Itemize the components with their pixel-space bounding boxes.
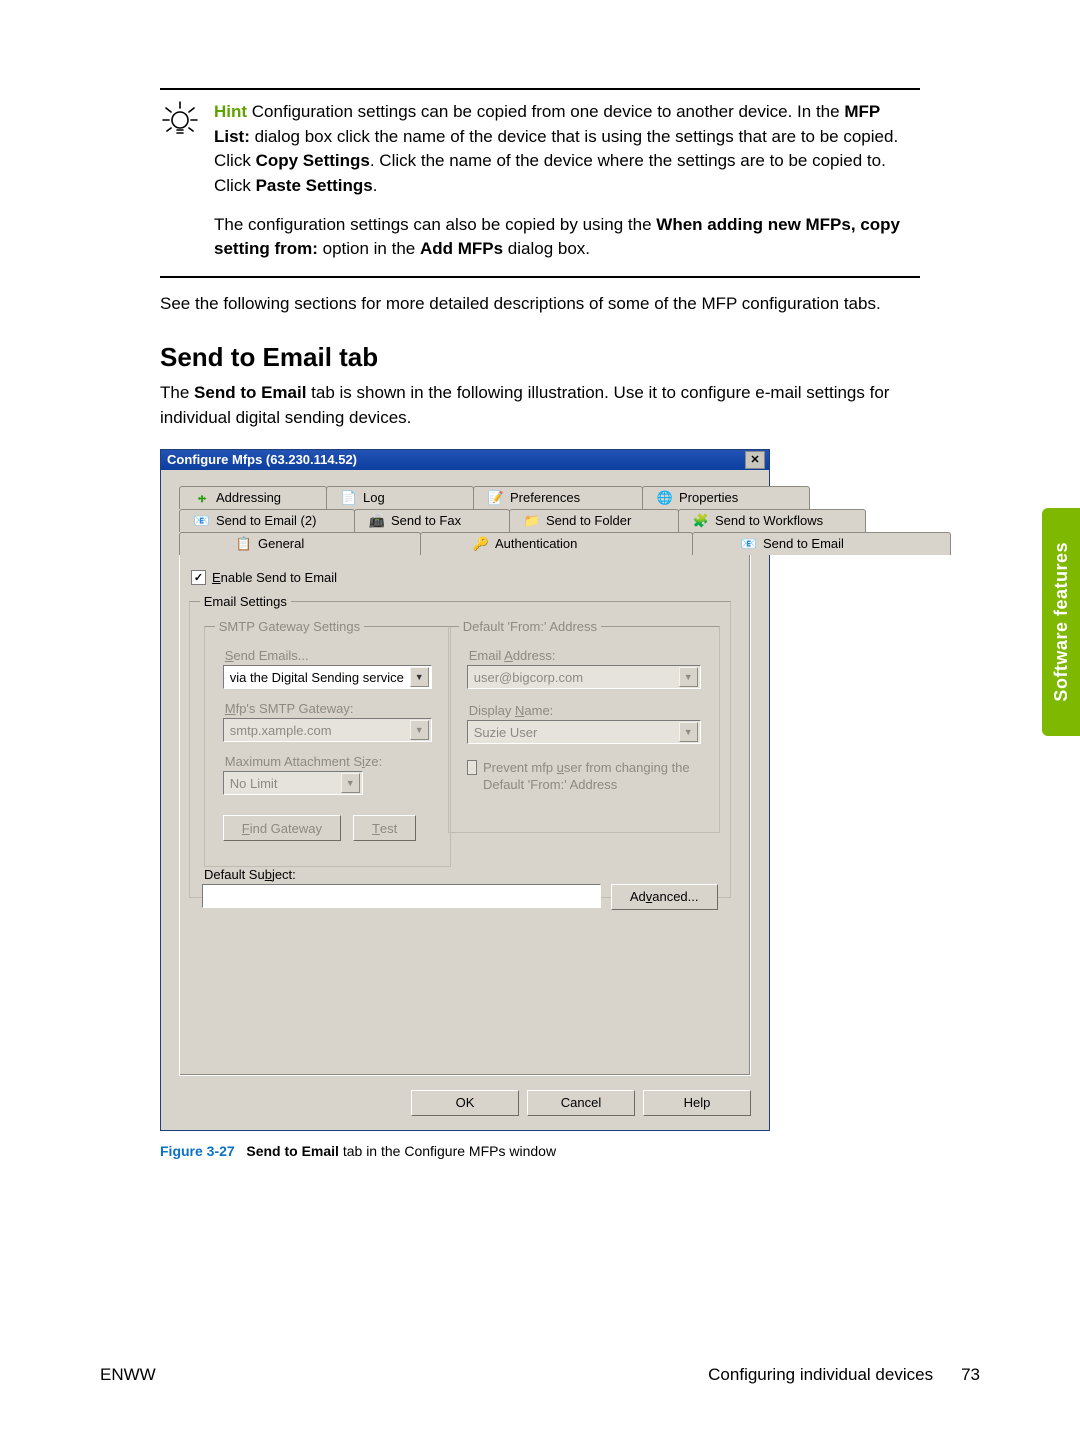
properties-icon: 🌐 xyxy=(657,490,673,506)
footer-section: Configuring individual devices xyxy=(708,1365,933,1385)
close-icon[interactable]: ✕ xyxy=(745,451,765,469)
smtp-gateway-group: SMTP Gateway Settings Send Emails... via… xyxy=(204,619,451,868)
folder-icon: 📁 xyxy=(524,513,540,529)
enable-send-to-email-checkbox[interactable]: ✓ EEnable Send to Emailnable Send to Ema… xyxy=(175,564,755,589)
smtp-gateway-field: smtp.xample.com▼ xyxy=(223,718,432,742)
tab-preferences[interactable]: 📝Preferences xyxy=(473,486,643,509)
workflows-icon: 🧩 xyxy=(693,513,709,529)
check-icon: ✓ xyxy=(191,570,206,585)
chapter-side-tab: Software features xyxy=(1042,508,1080,736)
hint-block: Hint Configuration settings can be copie… xyxy=(160,90,920,276)
tab-send-to-folder[interactable]: 📁Send to Folder xyxy=(509,509,679,532)
email-address-field: user@bigcorp.com▼ xyxy=(467,665,701,689)
configure-mfps-dialog: Configure Mfps (63.230.114.52) ✕ 🕂Addres… xyxy=(160,449,770,1131)
tab-send-to-email-2[interactable]: 📧Send to Email (2) xyxy=(179,509,355,532)
advanced-button[interactable]: Advanced... xyxy=(611,884,718,910)
addressing-icon: 🕂 xyxy=(194,490,210,506)
default-subject-input[interactable] xyxy=(202,884,601,908)
chevron-down-icon: ▼ xyxy=(410,720,429,740)
tab-send-to-workflows[interactable]: 🧩Send to Workflows xyxy=(678,509,866,532)
default-from-legend: Default 'From:' Address xyxy=(459,619,601,634)
fax-icon: 📠 xyxy=(369,513,385,529)
side-tab-label: Software features xyxy=(1051,542,1072,702)
tab-properties[interactable]: 🌐Properties xyxy=(642,486,810,509)
smtp-legend: SMTP Gateway Settings xyxy=(215,619,364,634)
hint-label: Hint xyxy=(214,102,247,121)
footer-page-number: 73 xyxy=(961,1365,980,1385)
email2-icon: 📧 xyxy=(194,513,210,529)
chevron-down-icon: ▼ xyxy=(679,667,698,687)
tab-send-to-fax[interactable]: 📠Send to Fax xyxy=(354,509,510,532)
footer-left: ENWW xyxy=(100,1365,156,1385)
display-name-field: Suzie User▼ xyxy=(467,720,701,744)
help-button[interactable]: Help xyxy=(643,1090,751,1116)
dialog-title: Configure Mfps (63.230.114.52) xyxy=(167,452,357,467)
test-button: Test xyxy=(353,815,416,841)
send-to-email-icon: 📧 xyxy=(741,536,757,552)
max-attachment-combo: No Limit▼ xyxy=(223,771,363,795)
lightbulb-icon xyxy=(160,100,200,262)
section-intro: The Send to Email tab is shown in the fo… xyxy=(160,381,920,430)
default-from-group: Default 'From:' Address Email Address: u… xyxy=(448,619,720,834)
email-settings-group: Email Settings SMTP Gateway Settings Sen… xyxy=(189,594,731,899)
hint-paragraph-2: The configuration settings can also be c… xyxy=(214,213,920,262)
log-icon: 📄 xyxy=(341,490,357,506)
find-gateway-button: Find Gateway xyxy=(223,815,341,841)
chevron-down-icon: ▼ xyxy=(679,722,698,742)
tab-log[interactable]: 📄Log xyxy=(326,486,474,509)
tab-send-to-email[interactable]: 📧Send to Email xyxy=(692,532,951,555)
figure-caption: Figure 3-27 Send to Email tab in the Con… xyxy=(160,1137,920,1159)
email-settings-legend: Email Settings xyxy=(200,594,291,609)
after-hint-text: See the following sections for more deta… xyxy=(160,278,920,317)
preferences-icon: 📝 xyxy=(488,490,504,506)
section-heading: Send to Email tab xyxy=(160,342,920,373)
tab-addressing[interactable]: 🕂Addressing xyxy=(179,486,327,509)
chevron-down-icon: ▼ xyxy=(410,667,429,687)
cancel-button[interactable]: Cancel xyxy=(527,1090,635,1116)
prevent-change-checkbox xyxy=(467,760,477,775)
send-emails-combo[interactable]: via the Digital Sending service▼ xyxy=(223,665,432,689)
ok-button[interactable]: OK xyxy=(411,1090,519,1116)
chevron-down-icon: ▼ xyxy=(341,773,360,793)
hint-paragraph-1: Configuration settings can be copied fro… xyxy=(214,102,898,195)
